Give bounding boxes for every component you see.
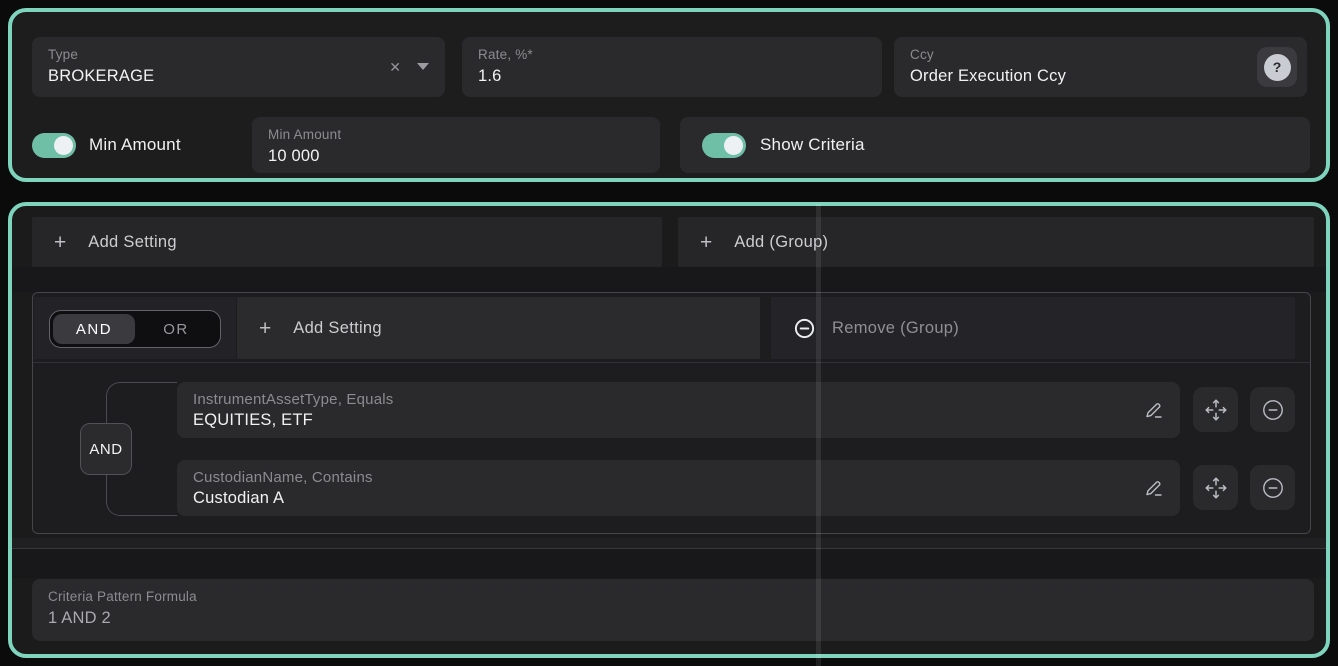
criteria-row[interactable]: CustodianName, Contains Custodian A <box>177 460 1180 516</box>
operator-toggle-block: AND OR <box>34 297 236 359</box>
add-setting-button[interactable]: + Add Setting <box>32 217 662 267</box>
formula-label: Criteria Pattern Formula <box>48 588 1298 606</box>
criteria-pattern-formula-input[interactable]: Criteria Pattern Formula 1 AND 2 <box>32 579 1314 641</box>
panel-divider <box>12 549 1326 578</box>
clear-icon[interactable]: ✕ <box>389 60 401 74</box>
criteria-row-value: Custodian A <box>193 488 1164 509</box>
panel-divider <box>12 538 1326 548</box>
criteria-group-header: AND OR + Add Setting Remove (Group) <box>33 293 1310 363</box>
min-amount-toggle-label: Min Amount <box>89 135 181 155</box>
toggle-knob <box>724 136 743 155</box>
move-row-button[interactable] <box>1193 465 1238 510</box>
connector-and-badge[interactable]: AND <box>80 423 132 475</box>
remove-row-button[interactable] <box>1250 387 1295 432</box>
or-option[interactable]: OR <box>135 314 217 344</box>
formula-value: 1 AND 2 <box>48 607 1298 629</box>
minus-circle-icon <box>793 317 816 340</box>
fee-settings-panel: Type BROKERAGE ✕ Rate, %* 1.6 Ccy Order … <box>8 8 1330 182</box>
rate-label: Rate, %* <box>478 46 866 64</box>
plus-icon: + <box>259 318 271 339</box>
min-amount-toggle[interactable] <box>32 133 76 158</box>
remove-group-label: Remove (Group) <box>832 319 959 338</box>
min-amount-field-label: Min Amount <box>268 126 644 144</box>
move-arrows-icon <box>1203 475 1229 501</box>
criteria-row-label: InstrumentAssetType, Equals <box>193 390 1164 410</box>
type-select[interactable]: Type BROKERAGE ✕ <box>32 37 445 97</box>
show-criteria-toggle[interactable] <box>702 133 746 158</box>
edit-pencil-icon[interactable] <box>1142 398 1166 422</box>
panel-divider <box>12 267 1326 292</box>
remove-group-button[interactable]: Remove (Group) <box>771 297 1295 359</box>
criteria-builder-panel: + Add Setting + Add (Group) AND OR + Add… <box>8 202 1330 658</box>
and-or-toggle[interactable]: AND OR <box>49 310 221 348</box>
min-amount-field-value: 10 000 <box>268 145 644 167</box>
criteria-row-value: EQUITIES, ETF <box>193 410 1164 431</box>
rate-input[interactable]: Rate, %* 1.6 <box>462 37 882 97</box>
ccy-select[interactable]: Ccy Order Execution Ccy ? <box>894 37 1307 97</box>
group-add-setting-label: Add Setting <box>293 319 382 338</box>
plus-icon: + <box>700 232 712 253</box>
vertical-divider-line <box>816 204 821 666</box>
question-mark-icon: ? <box>1264 54 1291 81</box>
group-add-setting-button[interactable]: + Add Setting <box>237 297 760 359</box>
minus-circle-icon <box>1260 397 1286 423</box>
criteria-group: AND OR + Add Setting Remove (Group) <box>32 292 1311 534</box>
criteria-row-label: CustodianName, Contains <box>193 468 1164 488</box>
type-label: Type <box>48 46 429 64</box>
min-amount-toggle-row: Min Amount <box>32 117 181 173</box>
chevron-down-icon[interactable] <box>417 63 429 71</box>
add-group-button[interactable]: + Add (Group) <box>678 217 1314 267</box>
add-setting-label: Add Setting <box>88 233 177 252</box>
fee-setup-screen: Type BROKERAGE ✕ Rate, %* 1.6 Ccy Order … <box>0 0 1338 666</box>
criteria-row[interactable]: InstrumentAssetType, Equals EQUITIES, ET… <box>177 382 1180 438</box>
add-group-label: Add (Group) <box>734 233 828 252</box>
toggle-knob <box>54 136 73 155</box>
ccy-label: Ccy <box>910 46 1291 64</box>
edit-pencil-icon[interactable] <box>1142 476 1166 500</box>
remove-row-button[interactable] <box>1250 465 1295 510</box>
show-criteria-box: Show Criteria <box>680 117 1310 173</box>
show-criteria-label: Show Criteria <box>760 135 865 155</box>
minus-circle-icon <box>1260 475 1286 501</box>
ccy-value: Order Execution Ccy <box>910 65 1291 87</box>
min-amount-input[interactable]: Min Amount 10 000 <box>252 117 660 173</box>
move-row-button[interactable] <box>1193 387 1238 432</box>
help-button[interactable]: ? <box>1257 47 1297 87</box>
move-arrows-icon <box>1203 397 1229 423</box>
rate-value: 1.6 <box>478 65 866 87</box>
type-value: BROKERAGE <box>48 65 429 87</box>
and-option[interactable]: AND <box>53 314 135 344</box>
plus-icon: + <box>54 232 66 253</box>
